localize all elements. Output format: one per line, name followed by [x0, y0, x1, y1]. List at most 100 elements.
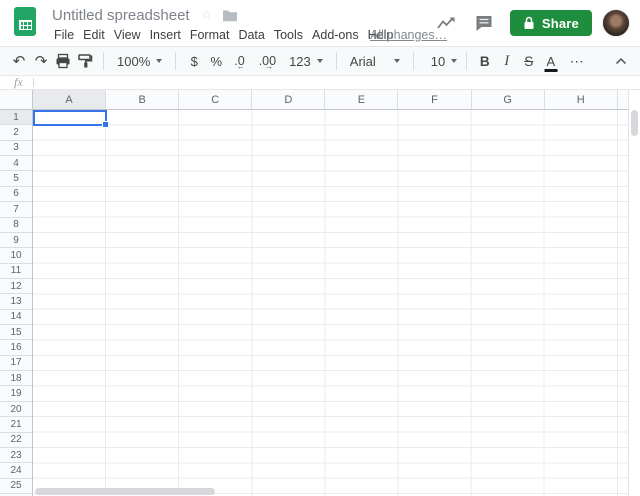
row-header[interactable]: 9	[0, 233, 32, 249]
font-size-value: 10	[430, 53, 446, 69]
menu-item[interactable]: Tools	[272, 28, 305, 42]
star-icon[interactable]: ☆	[201, 7, 213, 23]
arrow-left-icon: ←	[236, 62, 245, 71]
collapse-toolbar-button[interactable]	[610, 49, 632, 73]
sheets-logo-icon[interactable]	[14, 7, 36, 36]
toolbar-separator	[465, 52, 467, 70]
row-header[interactable]: 17	[0, 356, 32, 372]
row-header[interactable]: 14	[0, 310, 32, 326]
zoom-select[interactable]: 100%	[111, 49, 168, 73]
share-button-label: Share	[541, 15, 579, 31]
menu-item[interactable]: View	[112, 28, 143, 42]
row-header[interactable]: 2	[0, 125, 32, 141]
row-header[interactable]: 11	[0, 264, 32, 279]
selected-cell-a1[interactable]	[33, 110, 107, 126]
format-currency-button[interactable]: $	[183, 49, 205, 73]
decrease-decimal-button[interactable]: .0 ←	[227, 54, 251, 71]
user-avatar[interactable]	[602, 9, 630, 37]
menu-item[interactable]: Format	[188, 28, 232, 42]
title-row: Untitled spreadsheet ☆	[52, 5, 238, 25]
lock-icon	[524, 16, 534, 29]
row-header[interactable]: 13	[0, 294, 32, 310]
font-family-value: Arial	[349, 53, 376, 69]
row-header[interactable]: 7	[0, 202, 32, 218]
undo-button[interactable]: ↶	[8, 49, 30, 73]
toolbar: ↶ ↷ 100% $ % .0 ← .00 → 123 Arial 10 B I…	[0, 46, 640, 76]
zoom-value: 100%	[117, 53, 151, 69]
font-family-select[interactable]: Arial	[344, 49, 406, 73]
menu-item[interactable]: Edit	[81, 28, 107, 42]
row-header[interactable]: 18	[0, 371, 32, 387]
formula-input[interactable]	[33, 76, 640, 89]
vertical-scrollbar-thumb[interactable]	[631, 110, 638, 136]
fill-handle[interactable]	[102, 121, 109, 128]
column-header[interactable]: E	[325, 90, 399, 109]
chevron-down-icon	[393, 59, 400, 63]
text-color-label: A	[546, 53, 556, 69]
row-header[interactable]: 19	[0, 386, 32, 402]
more-toolbar-button[interactable]: ⋯	[570, 53, 585, 70]
row-header[interactable]: 5	[0, 171, 32, 187]
arrow-right-icon: →	[264, 62, 273, 71]
row-header[interactable]: 10	[0, 248, 32, 264]
column-header[interactable]: H	[545, 90, 618, 109]
row-header[interactable]: 4	[0, 156, 32, 172]
chevron-down-icon	[316, 59, 323, 63]
italic-button[interactable]: I	[496, 49, 518, 73]
column-header[interactable]: C	[179, 90, 253, 109]
redo-button[interactable]: ↷	[30, 49, 52, 73]
spreadsheet-grid: ABCDEFGH 1 2 3 4 5 6 7 8 9 10 11 12 13 14 15 16 17 18 19 20…	[0, 90, 640, 496]
more-formats-button[interactable]: 123	[283, 49, 329, 73]
row-header[interactable]: 15	[0, 325, 32, 341]
column-header[interactable]: F	[398, 90, 472, 109]
column-header[interactable]: B	[106, 90, 180, 109]
folder-icon[interactable]	[222, 9, 238, 22]
app-header: Untitled spreadsheet ☆ File Edit View Inser…	[0, 0, 640, 46]
paint-format-button[interactable]	[74, 49, 96, 73]
column-header[interactable]: D	[252, 90, 326, 109]
row-header[interactable]: 23	[0, 448, 32, 464]
text-color-button[interactable]: A	[540, 49, 562, 73]
menu-item[interactable]: Data	[236, 28, 266, 42]
text-color-swatch	[544, 69, 558, 72]
row-header[interactable]: 20	[0, 402, 32, 418]
cells-area[interactable]	[33, 110, 628, 496]
row-header[interactable]: 24	[0, 463, 32, 479]
print-button[interactable]	[52, 49, 74, 73]
increase-decimal-button[interactable]: .00 →	[252, 54, 283, 71]
formula-bar: fx	[0, 75, 640, 90]
share-button[interactable]: Share	[509, 10, 592, 36]
row-header[interactable]: 16	[0, 340, 32, 356]
document-title[interactable]: Untitled spreadsheet	[52, 7, 190, 24]
column-header[interactable]: G	[472, 90, 545, 109]
row-header[interactable]: 6	[0, 187, 32, 203]
bold-button[interactable]: B	[474, 49, 496, 73]
row-header[interactable]: 12	[0, 279, 32, 295]
menu-item[interactable]: File	[52, 28, 76, 42]
toolbar-separator	[335, 52, 337, 70]
format-percent-button[interactable]: %	[205, 49, 227, 73]
column-header[interactable]: A	[33, 90, 107, 109]
row-headers: 1 2 3 4 5 6 7 8 9 10 11 12 13 14 15 16 17 18 19 20 21 22 23 24 2…	[0, 110, 33, 496]
vertical-scrollbar[interactable]	[628, 90, 640, 496]
comment-icon[interactable]	[472, 11, 496, 35]
strikethrough-button[interactable]: S	[518, 49, 540, 73]
menu-bar: File Edit View Insert Format Data Tools Add-ons…	[52, 27, 395, 43]
row-header[interactable]: 1	[0, 110, 32, 126]
row-header[interactable]: 21	[0, 417, 32, 433]
chevron-down-icon	[156, 59, 163, 63]
row-header[interactable]: 3	[0, 141, 32, 157]
horizontal-scrollbar-thumb[interactable]	[35, 488, 215, 495]
menu-item[interactable]: Insert	[148, 28, 183, 42]
fx-icon: fx	[14, 75, 23, 89]
select-all-corner[interactable]	[0, 90, 33, 110]
toolbar-separator	[103, 52, 104, 70]
row-header[interactable]: 25	[0, 479, 32, 494]
explore-trend-icon[interactable]	[434, 11, 458, 35]
undo-icon: ↶	[12, 52, 26, 70]
menu-item[interactable]: Add-ons	[310, 28, 361, 42]
font-size-select[interactable]: 10	[421, 49, 459, 73]
redo-icon: ↷	[34, 52, 48, 70]
row-header[interactable]: 22	[0, 433, 32, 448]
row-header[interactable]: 8	[0, 218, 32, 233]
